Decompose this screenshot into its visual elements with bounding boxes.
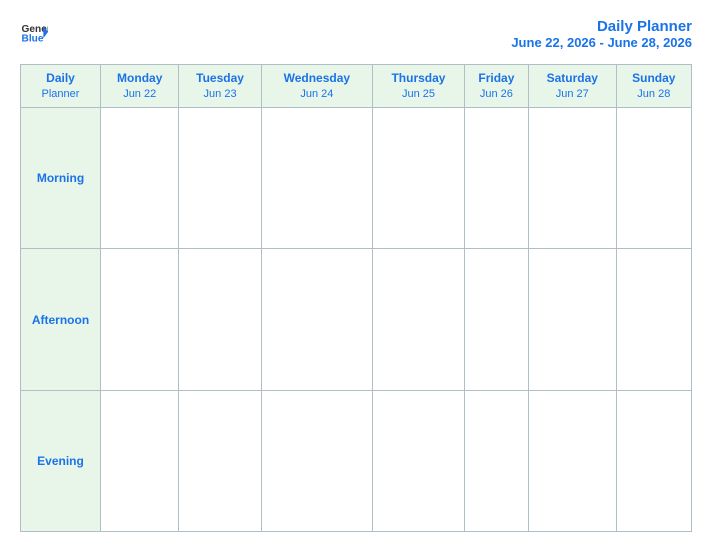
evening-sunday[interactable]	[616, 390, 691, 531]
afternoon-wednesday[interactable]	[261, 249, 372, 390]
header-friday: Friday Jun 26	[464, 65, 528, 108]
morning-sunday[interactable]	[616, 108, 691, 249]
logo: General Blue	[20, 18, 48, 46]
morning-wednesday[interactable]	[261, 108, 372, 249]
evening-wednesday[interactable]	[261, 390, 372, 531]
header: General Blue Daily Planner June 22, 2026…	[20, 18, 692, 50]
header-saturday: Saturday Jun 27	[528, 65, 616, 108]
morning-saturday[interactable]	[528, 108, 616, 249]
afternoon-label: Afternoon	[21, 249, 101, 390]
morning-monday[interactable]	[101, 108, 179, 249]
logo-icon: General Blue	[20, 18, 48, 46]
table-row: Evening	[21, 390, 692, 531]
morning-label: Morning	[21, 108, 101, 249]
table-row: Afternoon	[21, 249, 692, 390]
evening-tuesday[interactable]	[179, 390, 261, 531]
header-monday: Monday Jun 22	[101, 65, 179, 108]
afternoon-tuesday[interactable]	[179, 249, 261, 390]
morning-tuesday[interactable]	[179, 108, 261, 249]
afternoon-sunday[interactable]	[616, 249, 691, 390]
header-thursday: Thursday Jun 25	[373, 65, 465, 108]
header-tuesday: Tuesday Jun 23	[179, 65, 261, 108]
evening-thursday[interactable]	[373, 390, 465, 531]
evening-friday[interactable]	[464, 390, 528, 531]
afternoon-monday[interactable]	[101, 249, 179, 390]
title-block: Daily Planner June 22, 2026 - June 28, 2…	[511, 18, 692, 50]
afternoon-thursday[interactable]	[373, 249, 465, 390]
morning-thursday[interactable]	[373, 108, 465, 249]
date-range: June 22, 2026 - June 28, 2026	[511, 35, 692, 50]
table-header-row: Daily Planner Monday Jun 22 Tuesday Jun …	[21, 65, 692, 108]
morning-friday[interactable]	[464, 108, 528, 249]
table-row: Morning	[21, 108, 692, 249]
afternoon-saturday[interactable]	[528, 249, 616, 390]
header-sunday: Sunday Jun 28	[616, 65, 691, 108]
header-daily-planner: Daily Planner	[21, 65, 101, 108]
page: General Blue Daily Planner June 22, 2026…	[0, 0, 712, 550]
afternoon-friday[interactable]	[464, 249, 528, 390]
svg-text:Blue: Blue	[22, 33, 44, 44]
evening-monday[interactable]	[101, 390, 179, 531]
header-wednesday: Wednesday Jun 24	[261, 65, 372, 108]
evening-saturday[interactable]	[528, 390, 616, 531]
calendar-table: Daily Planner Monday Jun 22 Tuesday Jun …	[20, 64, 692, 532]
evening-label: Evening	[21, 390, 101, 531]
page-title: Daily Planner	[511, 18, 692, 35]
